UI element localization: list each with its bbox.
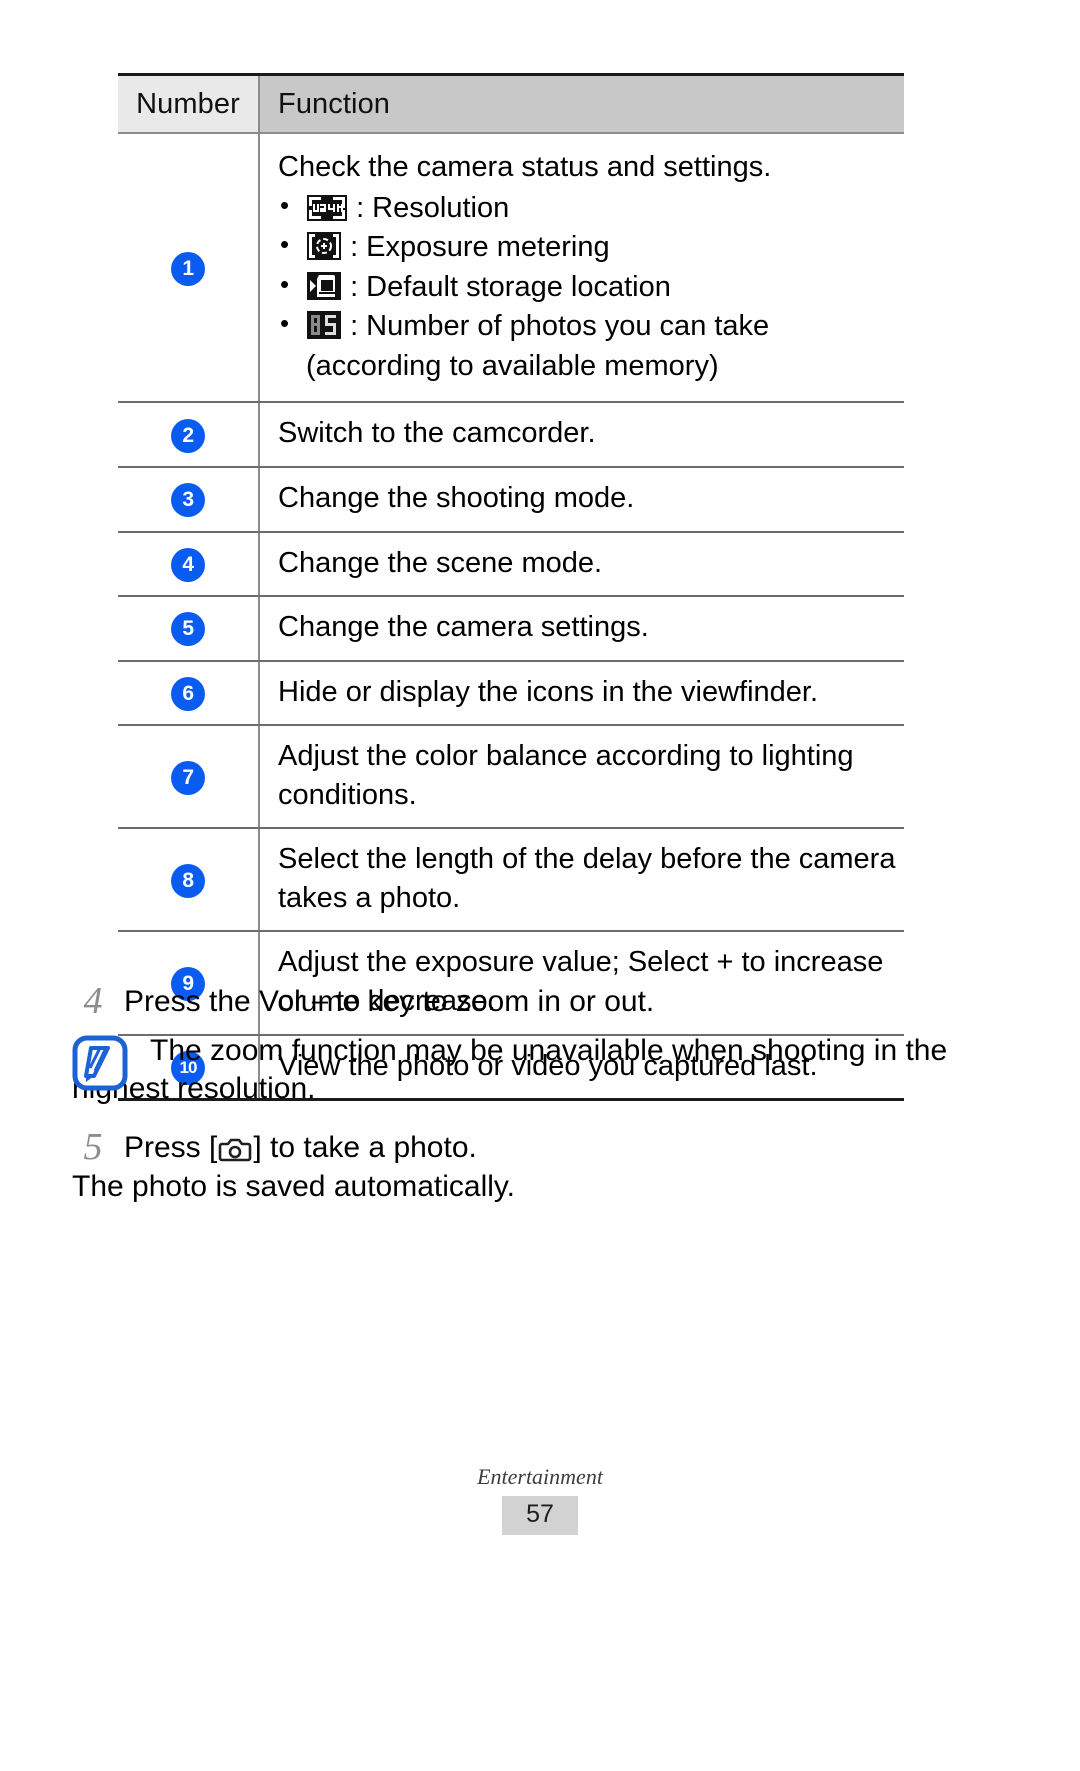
resolution-lcd-icon bbox=[307, 194, 347, 221]
step-5-number: 5 bbox=[83, 1126, 103, 1168]
note-text: The zoom function may be unavailable whe… bbox=[72, 1034, 948, 1106]
note-callout: The zoom function may be unavailable whe… bbox=[72, 1032, 952, 1109]
row-number-cell: 3 bbox=[118, 466, 259, 533]
bullet-exposure-metering-label: : Exposure metering bbox=[350, 231, 610, 264]
step-5: 5 Press [ ] to take a photo. The photo i… bbox=[72, 1126, 972, 1206]
step-5-line2: The photo is saved automatically. bbox=[72, 1170, 516, 1203]
table-row: 5 Change the camera settings. bbox=[118, 596, 904, 662]
step-4-number: 4 bbox=[83, 980, 103, 1022]
footer-page-number: 57 bbox=[502, 1496, 578, 1535]
row-number-cell: 6 bbox=[118, 660, 259, 727]
table-row: 1 Check the camera status and settings. bbox=[118, 133, 904, 404]
bullet-default-storage-label: : Default storage location bbox=[350, 270, 671, 303]
row-function-cell: Change the camera settings. bbox=[258, 596, 904, 662]
table-row: 2 Switch to the camcorder. bbox=[118, 402, 904, 468]
table-row: 7 Adjust the color balance according to … bbox=[118, 725, 904, 830]
table-row: 4 Change the scene mode. bbox=[118, 531, 904, 598]
row-number-cell: 7 bbox=[118, 725, 259, 830]
bullet-resolution: : Resolution bbox=[278, 188, 896, 228]
row-number-cell: 1 bbox=[118, 133, 259, 404]
row-function-cell: Change the scene mode. bbox=[258, 531, 904, 598]
row-number-cell: 4 bbox=[118, 531, 259, 598]
table-header-row: Number Function bbox=[118, 73, 904, 134]
step-4: 4 Press the Volume key to zoom in or out… bbox=[72, 980, 972, 1022]
row1-bullet-list: : Resolution bbox=[278, 188, 896, 346]
number-badge-8: 8 bbox=[171, 863, 205, 898]
note-pencil-icon bbox=[72, 1035, 128, 1091]
row-number-cell: 2 bbox=[118, 402, 259, 468]
bullet-default-storage: : Default storage location bbox=[278, 267, 896, 307]
bullet-resolution-label: : Resolution bbox=[356, 191, 510, 224]
row-function-cell: Adjust the color balance according to li… bbox=[258, 725, 904, 830]
number-badge-3: 3 bbox=[171, 483, 205, 518]
step-4-text: Press the Volume key to zoom in or out. bbox=[124, 985, 655, 1018]
table-body: 1 Check the camera status and settings. bbox=[118, 133, 904, 1102]
step-5-body: Press [ ] to take a photo. The photo is … bbox=[72, 1131, 972, 1206]
function-table: Number Function 1 Check the camera statu… bbox=[118, 73, 904, 1102]
default-storage-location-lcd-icon bbox=[307, 271, 341, 300]
exposure-metering-lcd-icon bbox=[307, 232, 341, 261]
table-row: 6 Hide or display the icons in the viewf… bbox=[118, 660, 904, 727]
manual-page: Number Function 1 Check the camera statu… bbox=[0, 0, 1080, 1771]
step-5-text-after: ] to take a photo. bbox=[253, 1131, 477, 1164]
number-badge-2: 2 bbox=[171, 418, 205, 453]
number-badge-1: 1 bbox=[171, 251, 205, 286]
number-badge-4: 4 bbox=[171, 547, 205, 582]
table-header: Number Function bbox=[118, 73, 904, 134]
row-function-cell: Switch to the camcorder. bbox=[258, 402, 904, 468]
number-badge-7: 7 bbox=[171, 760, 205, 795]
bullet-photo-counter: : Number of photos you can take bbox=[278, 306, 896, 346]
footer-chapter-title: Entertainment bbox=[477, 1464, 603, 1489]
row-number-cell: 8 bbox=[118, 828, 259, 933]
table-row: 8 Select the length of the delay before … bbox=[118, 828, 904, 933]
row-function-cell: Change the shooting mode. bbox=[258, 466, 904, 533]
column-header-function: Function bbox=[258, 73, 904, 134]
bullet-exposure-metering: : Exposure metering bbox=[278, 227, 896, 267]
row1-lead-text: Check the camera status and settings. bbox=[278, 151, 772, 183]
row1-continuation-text: (according to available memory) bbox=[306, 349, 719, 382]
bullet-photo-counter-label: : Number of photos you can take bbox=[350, 310, 770, 343]
photo-counter-lcd-icon bbox=[307, 311, 341, 340]
row-function-cell: Hide or display the icons in the viewfin… bbox=[258, 660, 904, 727]
camera-shutter-icon bbox=[218, 1135, 252, 1163]
row-number-cell: 5 bbox=[118, 596, 259, 662]
row-function-cell: Select the length of the delay before th… bbox=[258, 828, 904, 933]
row-function-cell: Check the camera status and settings. • … bbox=[258, 133, 904, 404]
number-badge-5: 5 bbox=[171, 612, 205, 647]
column-header-number: Number bbox=[118, 73, 259, 134]
table-row: 3 Change the shooting mode. bbox=[118, 466, 904, 533]
number-badge-6: 6 bbox=[171, 676, 205, 711]
step-5-text-before: Press [ bbox=[124, 1131, 218, 1164]
